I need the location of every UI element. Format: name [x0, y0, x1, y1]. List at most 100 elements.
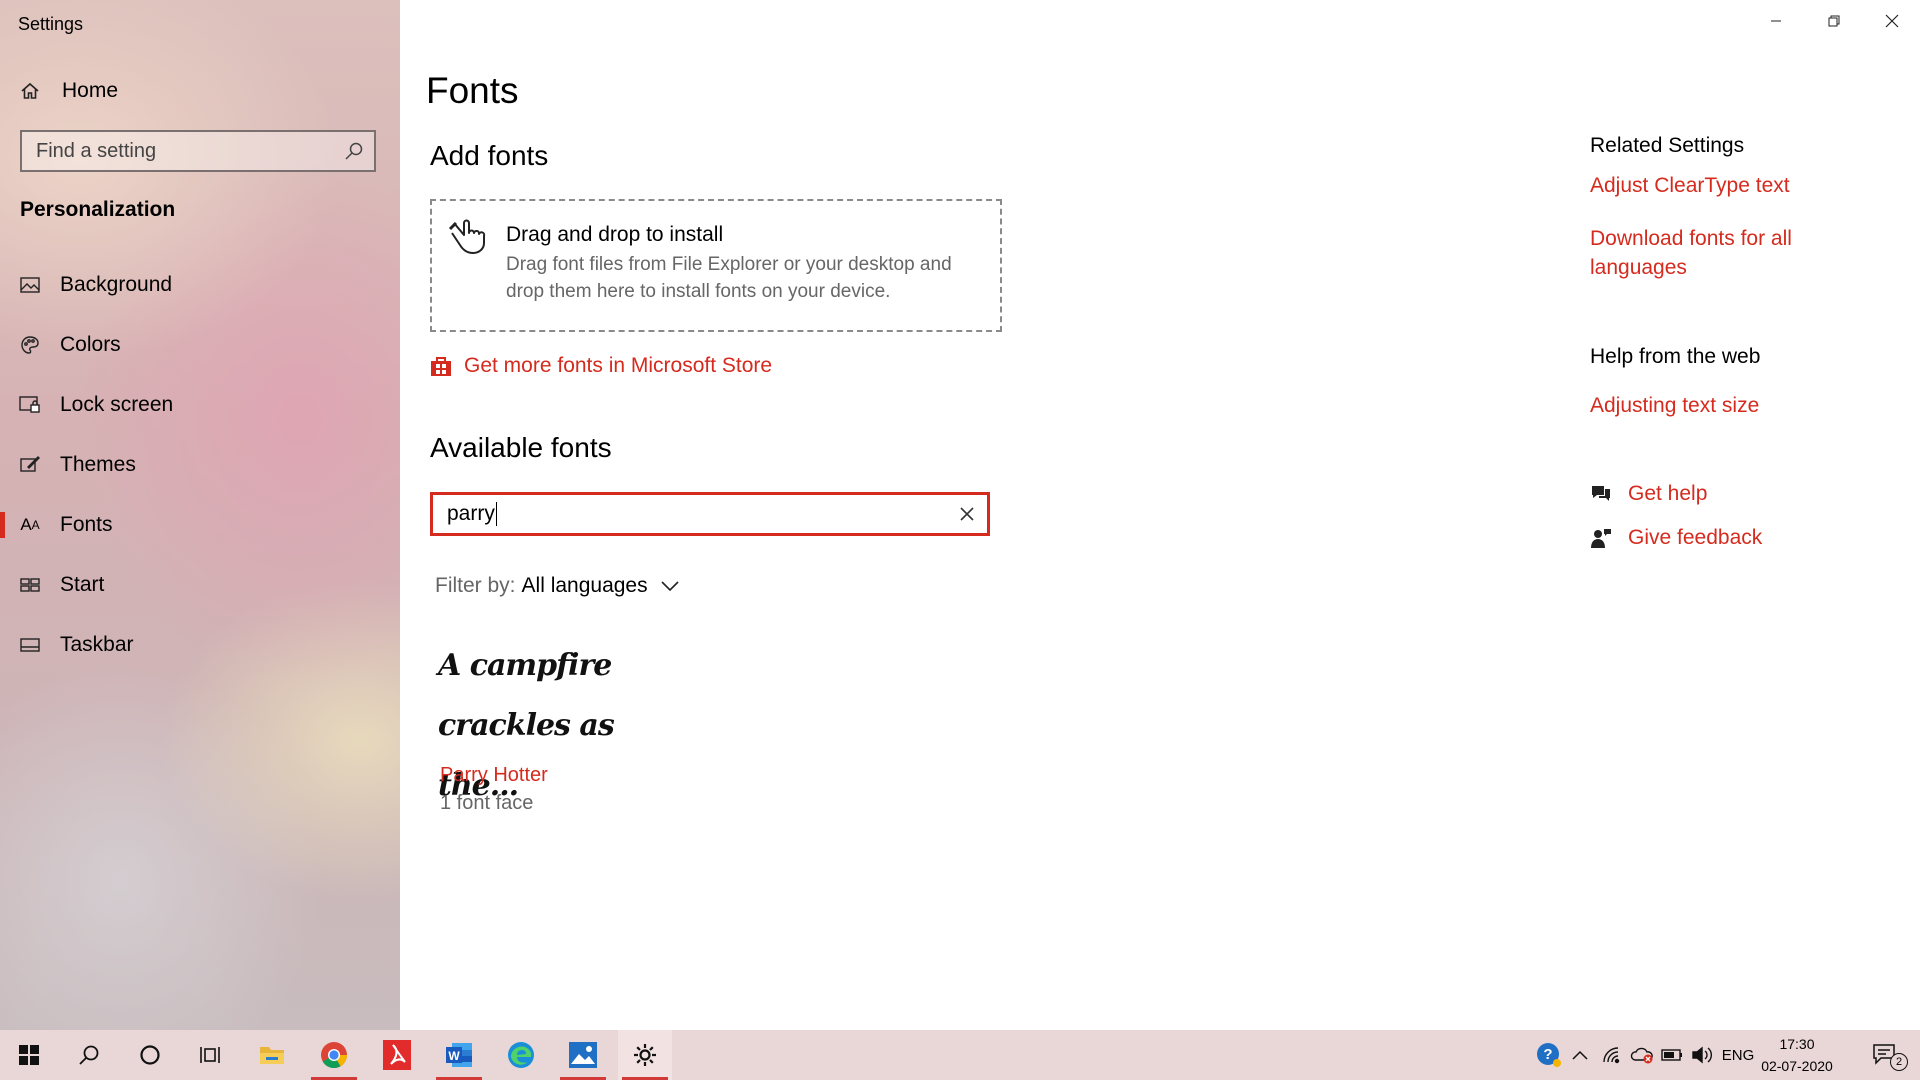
microsoft-store-link[interactable]: Get more fonts in Microsoft Store	[430, 354, 772, 378]
cortana-icon	[140, 1045, 160, 1065]
notification-count-badge: 2	[1890, 1053, 1908, 1071]
acrobat-icon	[383, 1040, 411, 1070]
sidebar-item-fonts[interactable]: AA Fonts	[0, 503, 400, 547]
download-fonts-link[interactable]: Download fonts for all	[1590, 227, 1792, 251]
search-icon	[79, 1045, 99, 1065]
start-icon	[18, 577, 42, 593]
font-name: Parry Hotter	[440, 764, 548, 786]
text-caret	[495, 502, 497, 527]
sidebar-item-themes[interactable]: Themes	[0, 443, 400, 487]
svg-text:W: W	[448, 1049, 460, 1063]
app-title: Settings	[18, 14, 84, 34]
give-feedback-link[interactable]: Give feedback	[1590, 526, 1762, 550]
find-setting-input[interactable]: Find a setting	[20, 130, 376, 172]
sidebar-item-start[interactable]: Start	[0, 563, 400, 607]
home-label: Home	[62, 79, 119, 102]
clear-search-button[interactable]	[947, 495, 987, 533]
close-icon	[1885, 14, 1899, 28]
font-drop-zone[interactable]: Drag and drop to install Drag font files…	[430, 199, 1002, 332]
home-icon	[21, 82, 39, 99]
lock-screen-icon	[18, 396, 42, 414]
drop-zone-description: Drag font files from File Explorer or yo…	[506, 254, 952, 302]
get-help-label: Get help	[1628, 482, 1708, 505]
file-explorer-icon	[260, 1047, 284, 1064]
sidebar-item-label: Lock screen	[60, 393, 174, 416]
settings-taskbar-button[interactable]	[618, 1030, 672, 1080]
home-nav-item[interactable]: Home	[20, 76, 118, 106]
font-preview: A campfire crackles as the...	[438, 636, 638, 816]
restore-button[interactable]	[1806, 0, 1862, 42]
show-hidden-icons-button[interactable]	[1568, 1030, 1592, 1080]
sidebar-item-label: Fonts	[60, 513, 113, 536]
cortana-button[interactable]	[123, 1030, 177, 1080]
onedrive-tray-button[interactable]	[1628, 1030, 1656, 1080]
feedback-person-icon	[1591, 529, 1611, 548]
sidebar-item-colors[interactable]: Colors	[0, 323, 400, 367]
sidebar-item-taskbar[interactable]: Taskbar	[0, 623, 400, 667]
get-help-link[interactable]: Get help	[1590, 482, 1707, 506]
minimize-icon	[1771, 20, 1781, 22]
word-button[interactable]: W	[432, 1030, 486, 1080]
font-face-count: 1 font face	[440, 792, 534, 814]
available-fonts-heading: Available fonts	[430, 432, 612, 463]
task-view-icon	[200, 1047, 220, 1063]
sidebar-item-label: Background	[60, 273, 173, 296]
network-tray-button[interactable]	[1598, 1030, 1626, 1080]
battery-tray-button[interactable]	[1658, 1030, 1686, 1080]
chevron-down-icon	[661, 581, 679, 592]
filter-label: Filter by:	[435, 574, 516, 597]
file-explorer-button[interactable]	[245, 1030, 299, 1080]
svg-text:?: ?	[1543, 1046, 1552, 1063]
language-filter[interactable]: Filter by: All languages	[435, 574, 680, 598]
edge-button[interactable]	[494, 1030, 548, 1080]
language-label: ENG	[1721, 1046, 1755, 1064]
photos-icon	[569, 1042, 597, 1068]
download-fonts-link-continued[interactable]: languages	[1590, 256, 1687, 280]
font-icon: AA	[20, 515, 40, 534]
section-title: Personalization	[20, 198, 176, 221]
sidebar-item-label: Themes	[60, 453, 136, 476]
acrobat-button[interactable]	[370, 1030, 424, 1080]
close-icon	[960, 507, 974, 521]
store-bag-icon	[431, 357, 451, 376]
search-icon	[345, 142, 363, 160]
help-tray-button[interactable]: ?	[1534, 1030, 1564, 1080]
chevron-up-icon	[1572, 1050, 1588, 1060]
store-link-label: Get more fonts in Microsoft Store	[464, 354, 773, 377]
page-title: Fonts	[426, 70, 519, 111]
taskbar-clock[interactable]: 17:30 02-07-2020	[1752, 1033, 1842, 1077]
photos-button[interactable]	[556, 1030, 610, 1080]
sidebar-item-background[interactable]: Background	[0, 263, 400, 307]
clock-date: 02-07-2020	[1761, 1058, 1833, 1074]
picture-icon	[18, 277, 42, 293]
help-icon: ?	[1537, 1043, 1561, 1067]
taskbar-icon	[18, 638, 42, 652]
adjusting-text-size-link[interactable]: Adjusting text size	[1590, 394, 1759, 418]
sidebar-item-label: Colors	[60, 333, 121, 356]
battery-icon	[1661, 1049, 1682, 1061]
chat-help-icon	[1592, 486, 1610, 501]
filter-value: All languages	[521, 574, 648, 597]
action-center-button[interactable]: 2	[1864, 1030, 1908, 1080]
wifi-icon	[1603, 1047, 1620, 1064]
sidebar: Settings Home Find a setting Personaliza…	[0, 0, 400, 1030]
minimize-button[interactable]	[1748, 0, 1804, 42]
chrome-button[interactable]	[307, 1030, 361, 1080]
font-tile-parry-hotter[interactable]: A campfire crackles as the... Parry Hott…	[438, 636, 638, 826]
speaker-icon	[1692, 1046, 1712, 1064]
cleartype-link[interactable]: Adjust ClearType text	[1590, 174, 1790, 198]
font-preview-line: A campfire	[438, 648, 612, 683]
palette-icon	[18, 335, 42, 355]
sidebar-item-label: Start	[60, 573, 105, 596]
chrome-icon	[321, 1042, 348, 1069]
close-button[interactable]	[1864, 0, 1920, 42]
start-button[interactable]	[2, 1030, 56, 1080]
give-feedback-label: Give feedback	[1628, 526, 1763, 549]
sidebar-item-lock-screen[interactable]: Lock screen	[0, 383, 400, 427]
taskbar-search-button[interactable]	[62, 1030, 116, 1080]
windows-logo-icon	[19, 1045, 39, 1065]
volume-tray-button[interactable]	[1688, 1030, 1716, 1080]
task-view-button[interactable]	[184, 1030, 238, 1080]
word-icon: W	[446, 1043, 472, 1067]
font-search-input[interactable]: parry	[430, 492, 990, 536]
